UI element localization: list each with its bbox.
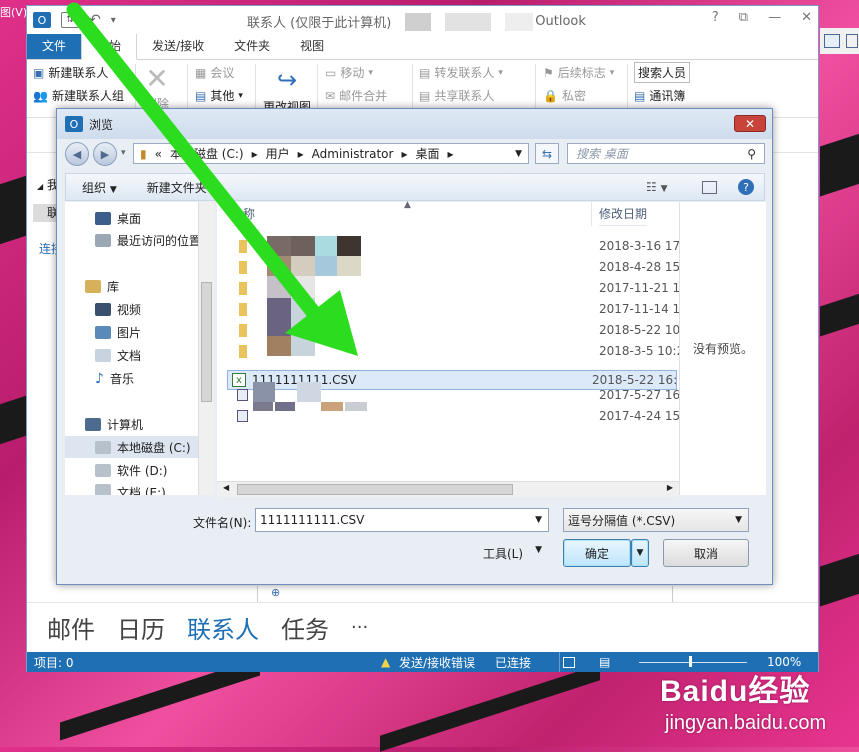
- green-arrow-annotation: [66, 2, 358, 356]
- watermark-url: jingyan.baidu.com: [665, 712, 827, 734]
- baidu-watermark: Baidu经验: [660, 675, 811, 708]
- arrow-shaft: [66, 2, 333, 335]
